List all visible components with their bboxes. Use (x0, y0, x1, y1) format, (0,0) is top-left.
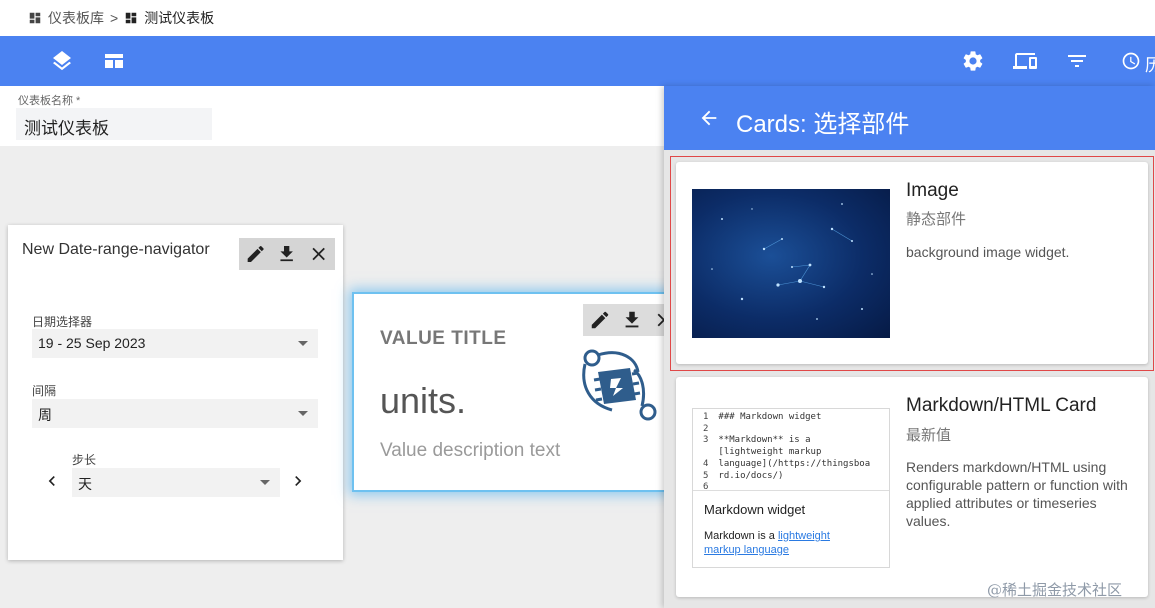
line-number: 2 (703, 423, 709, 434)
timewindow-label[interactable]: 历 (1145, 51, 1155, 76)
dashboard-title-label: 仪表板名称 * (18, 95, 81, 107)
line-number: 6 (703, 482, 709, 493)
code-text: **Markdown** is a (713, 435, 811, 446)
code-line: 3 **Markdown** is a (703, 435, 889, 447)
code-text: ### Markdown widget (713, 412, 822, 422)
value-units: units. (380, 380, 467, 421)
download-icon[interactable] (276, 243, 297, 265)
code-line: [lightweight markup (703, 447, 889, 459)
layout-icon[interactable] (102, 49, 126, 73)
code-line: 4 language](/https://thingsboa (703, 459, 889, 471)
filter-icon[interactable] (1065, 49, 1089, 73)
interval-label: 间隔 (32, 384, 57, 398)
markdown-preview-text: Markdown is a lightweight markup language (704, 529, 884, 557)
chevron-left-icon[interactable] (42, 471, 62, 491)
image-preview (692, 189, 890, 338)
breadcrumb: 仪表板库 > 测试仪表板 (0, 0, 1155, 36)
step-label: 步长 (72, 453, 97, 467)
widget-select-panel: Cards: 选择部件 Image 静态部件 background image … (664, 86, 1155, 608)
widget-card-markdown[interactable]: 1 ### Markdown widget 2 3 **Markdown** is… (676, 377, 1148, 597)
step-select[interactable]: 天 (72, 468, 280, 497)
dropdown-caret-icon (298, 411, 308, 416)
value-title: VALUE TITLE (380, 328, 507, 349)
code-line: 1 ### Markdown widget (703, 412, 889, 424)
edit-icon[interactable] (245, 243, 266, 265)
dashboard-icon (125, 12, 137, 24)
watermark: @稀土掘金技术社区 (987, 581, 1123, 599)
devices-icon[interactable] (1013, 49, 1037, 73)
card-description: background image widget. (906, 244, 1070, 260)
back-arrow-icon[interactable] (698, 107, 720, 129)
date-range-navigator-widget[interactable]: New Date-range-navigator 日期选择器 19 - 25 S… (8, 225, 343, 560)
step-value: 天 (78, 476, 92, 492)
dashboard-title-input[interactable]: 测试仪表板 (16, 108, 212, 140)
widget-actions (239, 238, 335, 270)
card-subtitle: 最新值 (906, 427, 952, 444)
card-description: Renders markdown/HTML using configurable… (906, 459, 1128, 529)
dashboard-icon (29, 12, 41, 24)
widget-actions (583, 304, 674, 336)
dropdown-caret-icon (260, 480, 270, 485)
breadcrumb-separator: > (110, 10, 119, 26)
breadcrumb-parent[interactable]: 仪表板库 (48, 8, 104, 28)
line-number: 4 (703, 458, 709, 469)
clock-icon[interactable] (1121, 51, 1141, 71)
panel-title: Cards: 选择部件 (736, 111, 910, 138)
value-card-widget[interactable]: VALUE TITLE units. Value description tex… (354, 294, 674, 490)
network-stars-illustration (711, 203, 873, 320)
date-picker-select[interactable]: 19 - 25 Sep 2023 (32, 329, 318, 358)
value-description: Value description text (380, 440, 561, 461)
chip-connection-icon (582, 349, 657, 421)
interval-select[interactable]: 周 (32, 399, 318, 428)
widget-card-image[interactable]: Image 静态部件 background image widget. (676, 162, 1148, 364)
download-icon[interactable] (621, 309, 643, 331)
card-name: Markdown/HTML Card (906, 395, 1097, 416)
card-subtitle: 静态部件 (906, 211, 967, 228)
code-text: language](/https://thingsboa (713, 458, 871, 469)
breadcrumb-current: 测试仪表板 (144, 10, 215, 26)
markdown-bold-text: Markdown (704, 530, 755, 542)
code-text: [lightweight markup (713, 447, 822, 458)
code-line: 5 rd.io/docs/) (703, 471, 889, 483)
line-number: 5 (703, 470, 709, 481)
markdown-code-preview: 1 ### Markdown widget 2 3 **Markdown** is… (693, 409, 889, 494)
close-icon[interactable] (308, 243, 329, 265)
panel-header: Cards: 选择部件 (664, 86, 1155, 150)
dashboard-title-section: 仪表板名称 * 测试仪表板 (0, 86, 664, 146)
card-name: Image (906, 180, 959, 201)
layers-icon[interactable] (50, 49, 74, 73)
code-text: rd.io/docs/) (713, 470, 784, 481)
dashboard-toolbar: 历 (0, 36, 1155, 86)
date-picker-label: 日期选择器 (32, 315, 93, 329)
markdown-preview: 1 ### Markdown widget 2 3 **Markdown** is… (692, 408, 890, 568)
interval-value: 周 (38, 407, 52, 423)
markdown-plain-text: is a (754, 530, 778, 542)
markdown-preview-heading: Markdown widget (704, 502, 806, 517)
markdown-link-2[interactable]: markup language (704, 544, 789, 556)
code-line: 2 (703, 424, 889, 436)
code-line: 6 (703, 482, 889, 494)
edit-icon[interactable] (589, 309, 611, 331)
line-number: 1 (703, 412, 709, 422)
chevron-right-icon[interactable] (288, 471, 308, 491)
dropdown-caret-icon (298, 341, 308, 346)
widget-title: New Date-range-navigator (22, 241, 210, 258)
date-picker-value: 19 - 25 Sep 2023 (38, 335, 146, 351)
line-number: 3 (703, 435, 709, 446)
gear-icon[interactable] (961, 49, 985, 73)
markdown-link-1[interactable]: lightweight (778, 530, 830, 542)
